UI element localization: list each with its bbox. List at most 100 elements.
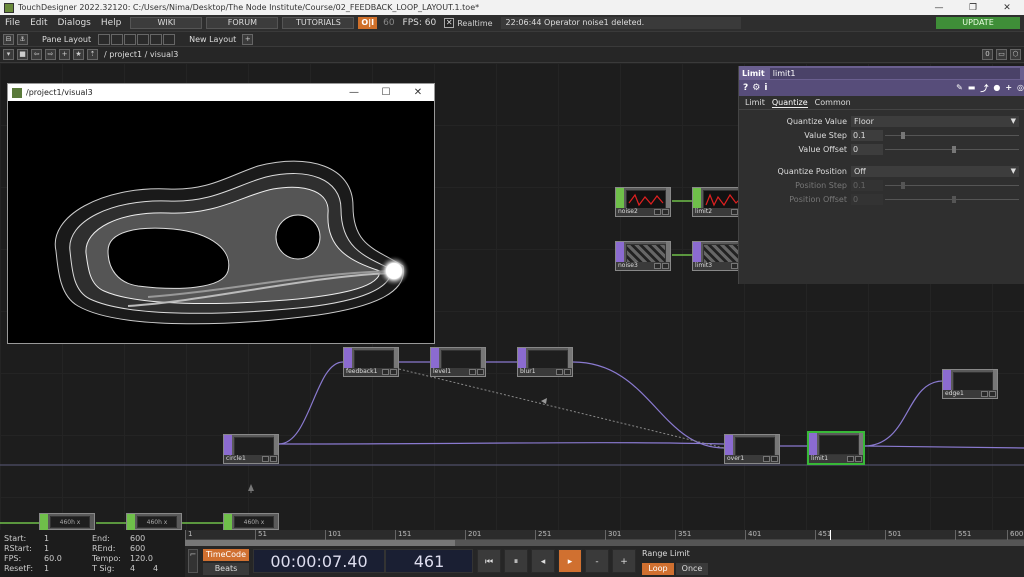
close-icon[interactable]: ✕ — [990, 3, 1024, 13]
quantize-value-menu[interactable]: Floor ▼ — [851, 115, 1019, 127]
play-button[interactable]: ▸ — [558, 549, 582, 573]
viewer-close-icon[interactable]: ✕ — [402, 87, 434, 98]
layout-grid-1[interactable] — [98, 33, 111, 45]
node-over1[interactable]: over1 — [724, 434, 780, 464]
pause-button[interactable]: ⏸ — [504, 549, 528, 573]
layout-grid-5[interactable] — [150, 33, 163, 45]
node-edge1[interactable]: edge1 — [942, 369, 998, 399]
position-offset-slider[interactable] — [885, 194, 1019, 205]
value-offset-slider[interactable] — [885, 144, 1019, 155]
viewer-titlebar[interactable]: /project1/visual3 — ☐ ✕ — [8, 84, 434, 101]
bookmark-icon[interactable]: ★ — [73, 49, 84, 60]
node-blur1[interactable]: blur1 — [517, 347, 573, 377]
value-step-slider[interactable] — [885, 130, 1019, 141]
home-icon[interactable]: ⬡ — [1010, 49, 1021, 60]
once-button[interactable]: Once — [676, 563, 708, 575]
timeline-ruler[interactable]: 1 51 101 151 201 251 301 351 401 451 501… — [185, 530, 1024, 540]
viewer-window[interactable]: /project1/visual3 — ☐ ✕ — [7, 83, 435, 344]
beats-button[interactable]: Beats — [203, 563, 249, 575]
viewer-minimize-icon[interactable]: — — [338, 87, 370, 98]
menu-dialogs[interactable]: Dialogs — [53, 18, 96, 28]
frame-field[interactable]: 461 — [385, 549, 473, 573]
step-back-button[interactable]: - — [585, 549, 609, 573]
tutorials-button[interactable]: TUTORIALS — [282, 17, 355, 29]
playhead[interactable] — [830, 530, 831, 540]
value-offset-field[interactable]: 0 — [851, 143, 883, 155]
op-name-field[interactable]: limit1 — [769, 67, 1020, 79]
tsig-numerator[interactable]: 4 — [130, 564, 135, 573]
pane-split-icon[interactable]: ⊟ — [3, 33, 14, 45]
start-value[interactable]: 1 — [44, 534, 49, 543]
count-button[interactable]: 0 — [982, 49, 993, 60]
layout-grid-3[interactable] — [124, 33, 137, 45]
menu-file[interactable]: File — [0, 18, 25, 28]
layout-grid-6[interactable] — [163, 33, 176, 45]
rewind-button[interactable]: ⏮ — [477, 549, 501, 573]
forum-button[interactable]: FORUM — [206, 17, 279, 29]
tab-quantize[interactable]: Quantize — [771, 98, 808, 108]
back-icon[interactable]: ⇦ — [31, 49, 42, 60]
python-help-icon[interactable]: ⚙ — [752, 83, 760, 93]
pane-menu-icon[interactable]: ▾ — [3, 49, 14, 60]
forward-icon[interactable]: ⇨ — [45, 49, 56, 60]
python-icon[interactable]: ● — [993, 83, 1000, 94]
node-feedback1[interactable]: feedback1 — [343, 347, 399, 377]
fps-value[interactable]: 60.0 — [44, 554, 62, 563]
view-toggle-icon[interactable]: ▭ — [996, 49, 1007, 60]
resetf-value[interactable]: 1 — [44, 564, 49, 573]
realtime-checkbox[interactable]: ✕ — [444, 18, 455, 28]
tab-limit[interactable]: Limit — [745, 98, 765, 107]
rend-value[interactable]: 600 — [130, 544, 145, 553]
add-param-icon[interactable]: + — [1005, 83, 1012, 94]
menu-help[interactable]: Help — [96, 18, 127, 28]
position-offset-field[interactable]: 0 — [851, 193, 883, 205]
viewer-maximize-icon[interactable]: ☐ — [370, 87, 402, 98]
menu-edit[interactable]: Edit — [25, 18, 52, 28]
tsig-denominator[interactable]: 4 — [153, 564, 158, 573]
pencil-icon[interactable]: ✎ — [956, 83, 963, 94]
help-icon[interactable]: ? — [743, 83, 748, 93]
quantize-position-menu[interactable]: Off ▼ — [851, 165, 1019, 177]
target-icon[interactable]: ◎ — [1017, 83, 1024, 94]
restore-icon[interactable]: ❐ — [956, 3, 990, 13]
clone-icon[interactable]: ⤴ — [980, 83, 988, 94]
pane-link-icon[interactable]: ⚓ — [17, 33, 28, 45]
add-layout-button[interactable]: + — [242, 33, 254, 45]
minimize-icon[interactable]: — — [922, 3, 956, 13]
parent-icon[interactable]: ⇡ — [87, 49, 98, 60]
end-value[interactable]: 600 — [130, 534, 145, 543]
update-button[interactable]: UPDATE — [936, 17, 1020, 29]
timecode-field[interactable]: 00:00:07.40 — [253, 549, 385, 573]
position-step-slider[interactable] — [885, 180, 1019, 191]
node-noise3[interactable]: noise3 — [615, 241, 671, 271]
layout-grid-4[interactable] — [137, 33, 150, 45]
tempo-value[interactable]: 120.0 — [130, 554, 153, 563]
loop-button[interactable]: Loop — [642, 563, 674, 575]
info-icon[interactable]: i — [764, 83, 767, 93]
layout-grid-2[interactable] — [111, 33, 124, 45]
ruler-tick: 351 — [675, 530, 691, 540]
node-limit1[interactable]: limit1 — [807, 431, 865, 465]
node-bottom-3[interactable]: 460h x — [223, 513, 279, 530]
param-quantize-value: Quantize Value Floor ▼ — [739, 114, 1024, 128]
node-circle1[interactable]: circle1 — [223, 434, 279, 464]
timeline-toggle-icon[interactable]: ⌐ — [188, 549, 198, 573]
rstart-value[interactable]: 1 — [44, 544, 49, 553]
reverse-button[interactable]: ◂ — [531, 549, 555, 573]
node-level1[interactable]: level1 — [430, 347, 486, 377]
value-step-field[interactable]: 0.1 — [851, 129, 883, 141]
node-bottom-2[interactable]: 460h x — [126, 513, 182, 530]
wiki-button[interactable]: WIKI — [130, 17, 203, 29]
timecode-button[interactable]: TimeCode — [203, 549, 249, 561]
pane-type-icon[interactable]: ■ — [17, 49, 28, 60]
position-step-field[interactable]: 0.1 — [851, 179, 883, 191]
step-forward-button[interactable]: + — [612, 549, 636, 573]
feedback-arrow-icon — [541, 398, 547, 404]
comment-icon[interactable]: ▬ — [968, 83, 976, 94]
add-icon[interactable]: + — [59, 49, 70, 60]
perf-monitor-button[interactable]: O|I — [358, 17, 378, 29]
tab-common[interactable]: Common — [815, 98, 851, 107]
node-bottom-1[interactable]: 460h x — [39, 513, 95, 530]
node-noise2[interactable]: noise2 — [615, 187, 671, 217]
network-path[interactable]: / project1 / visual3 — [104, 50, 178, 59]
